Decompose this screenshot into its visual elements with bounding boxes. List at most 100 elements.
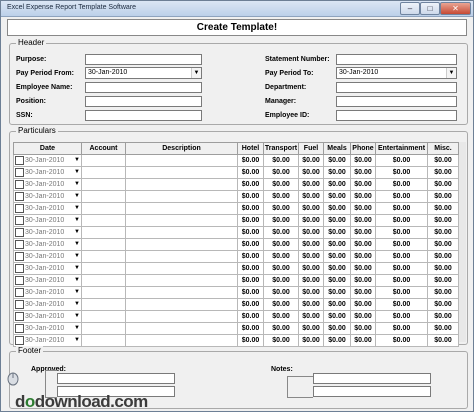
- account-cell[interactable]: [81, 226, 126, 239]
- fuel-cell[interactable]: $0.00: [298, 322, 324, 335]
- row-checkbox[interactable]: [15, 156, 24, 165]
- account-cell[interactable]: [81, 334, 126, 347]
- phone-cell[interactable]: $0.00: [350, 214, 376, 227]
- misc-cell[interactable]: $0.00: [427, 310, 459, 323]
- account-cell[interactable]: [81, 178, 126, 191]
- transport-cell[interactable]: $0.00: [263, 178, 299, 191]
- employee-name-input[interactable]: [85, 82, 202, 93]
- date-cell[interactable]: 30-Jan-2010 ▼: [13, 274, 82, 287]
- hotel-cell[interactable]: $0.00: [237, 310, 264, 323]
- misc-cell[interactable]: $0.00: [427, 178, 459, 191]
- chevron-down-icon[interactable]: ▼: [74, 336, 80, 346]
- transport-cell[interactable]: $0.00: [263, 286, 299, 299]
- misc-cell[interactable]: $0.00: [427, 166, 459, 179]
- fuel-cell[interactable]: $0.00: [298, 310, 324, 323]
- row-checkbox[interactable]: [15, 216, 24, 225]
- row-checkbox[interactable]: [15, 288, 24, 297]
- minimize-button[interactable]: –: [400, 2, 420, 15]
- misc-cell[interactable]: $0.00: [427, 322, 459, 335]
- chevron-down-icon[interactable]: ▼: [74, 240, 80, 250]
- fuel-cell[interactable]: $0.00: [298, 274, 324, 287]
- phone-cell[interactable]: $0.00: [350, 190, 376, 203]
- title-bar[interactable]: Excel Expense Report Template Software –…: [1, 1, 473, 17]
- column-header-fuel[interactable]: Fuel: [298, 142, 324, 155]
- phone-cell[interactable]: $0.00: [350, 166, 376, 179]
- date-cell[interactable]: 30-Jan-2010 ▼: [13, 166, 82, 179]
- employee-id-input[interactable]: [336, 110, 457, 121]
- transport-cell[interactable]: $0.00: [263, 238, 299, 251]
- transport-cell[interactable]: $0.00: [263, 166, 299, 179]
- notes-input-2[interactable]: [313, 386, 431, 397]
- misc-cell[interactable]: $0.00: [427, 250, 459, 263]
- ssn-input[interactable]: [85, 110, 202, 121]
- date-cell[interactable]: 30-Jan-2010 ▼: [13, 202, 82, 215]
- transport-cell[interactable]: $0.00: [263, 262, 299, 275]
- account-cell[interactable]: [81, 286, 126, 299]
- hotel-cell[interactable]: $0.00: [237, 250, 264, 263]
- phone-cell[interactable]: $0.00: [350, 310, 376, 323]
- column-header-description[interactable]: Description: [125, 142, 238, 155]
- phone-cell[interactable]: $0.00: [350, 226, 376, 239]
- notes-input-1[interactable]: [313, 373, 431, 384]
- phone-cell[interactable]: $0.00: [350, 274, 376, 287]
- hotel-cell[interactable]: $0.00: [237, 178, 264, 191]
- hotel-cell[interactable]: $0.00: [237, 286, 264, 299]
- account-cell[interactable]: [81, 190, 126, 203]
- entertainment-cell[interactable]: $0.00: [375, 250, 428, 263]
- misc-cell[interactable]: $0.00: [427, 262, 459, 275]
- misc-cell[interactable]: $0.00: [427, 190, 459, 203]
- meals-cell[interactable]: $0.00: [323, 190, 351, 203]
- hotel-cell[interactable]: $0.00: [237, 322, 264, 335]
- column-header-misc[interactable]: Misc.: [427, 142, 459, 155]
- fuel-cell[interactable]: $0.00: [298, 214, 324, 227]
- transport-cell[interactable]: $0.00: [263, 154, 299, 167]
- phone-cell[interactable]: $0.00: [350, 298, 376, 311]
- entertainment-cell[interactable]: $0.00: [375, 190, 428, 203]
- chevron-down-icon[interactable]: ▼: [74, 192, 80, 202]
- hotel-cell[interactable]: $0.00: [237, 334, 264, 347]
- date-cell[interactable]: 30-Jan-2010 ▼: [13, 310, 82, 323]
- chevron-down-icon[interactable]: ▼: [74, 276, 80, 286]
- date-cell[interactable]: 30-Jan-2010 ▼: [13, 238, 82, 251]
- meals-cell[interactable]: $0.00: [323, 262, 351, 275]
- account-cell[interactable]: [81, 298, 126, 311]
- description-cell[interactable]: [125, 322, 238, 335]
- entertainment-cell[interactable]: $0.00: [375, 166, 428, 179]
- chevron-down-icon[interactable]: ▼: [74, 168, 80, 178]
- transport-cell[interactable]: $0.00: [263, 202, 299, 215]
- table-scrollbar[interactable]: [459, 142, 466, 342]
- description-cell[interactable]: [125, 310, 238, 323]
- transport-cell[interactable]: $0.00: [263, 334, 299, 347]
- date-cell[interactable]: 30-Jan-2010 ▼: [13, 286, 82, 299]
- date-cell[interactable]: 30-Jan-2010 ▼: [13, 190, 82, 203]
- column-header-account[interactable]: Account: [81, 142, 126, 155]
- column-header-date[interactable]: Date: [13, 142, 82, 155]
- entertainment-cell[interactable]: $0.00: [375, 202, 428, 215]
- date-cell[interactable]: 30-Jan-2010 ▼: [13, 298, 82, 311]
- description-cell[interactable]: [125, 274, 238, 287]
- entertainment-cell[interactable]: $0.00: [375, 154, 428, 167]
- entertainment-cell[interactable]: $0.00: [375, 238, 428, 251]
- chevron-down-icon[interactable]: ▼: [74, 312, 80, 322]
- phone-cell[interactable]: $0.00: [350, 202, 376, 215]
- hotel-cell[interactable]: $0.00: [237, 238, 264, 251]
- meals-cell[interactable]: $0.00: [323, 250, 351, 263]
- account-cell[interactable]: [81, 238, 126, 251]
- description-cell[interactable]: [125, 298, 238, 311]
- entertainment-cell[interactable]: $0.00: [375, 334, 428, 347]
- row-checkbox[interactable]: [15, 168, 24, 177]
- row-checkbox[interactable]: [15, 192, 24, 201]
- meals-cell[interactable]: $0.00: [323, 286, 351, 299]
- row-checkbox[interactable]: [15, 228, 24, 237]
- entertainment-cell[interactable]: $0.00: [375, 214, 428, 227]
- description-cell[interactable]: [125, 166, 238, 179]
- transport-cell[interactable]: $0.00: [263, 322, 299, 335]
- hotel-cell[interactable]: $0.00: [237, 214, 264, 227]
- description-cell[interactable]: [125, 250, 238, 263]
- date-cell[interactable]: 30-Jan-2010 ▼: [13, 154, 82, 167]
- phone-cell[interactable]: $0.00: [350, 154, 376, 167]
- meals-cell[interactable]: $0.00: [323, 238, 351, 251]
- account-cell[interactable]: [81, 250, 126, 263]
- column-header-transport[interactable]: Transport: [263, 142, 299, 155]
- row-checkbox[interactable]: [15, 324, 24, 333]
